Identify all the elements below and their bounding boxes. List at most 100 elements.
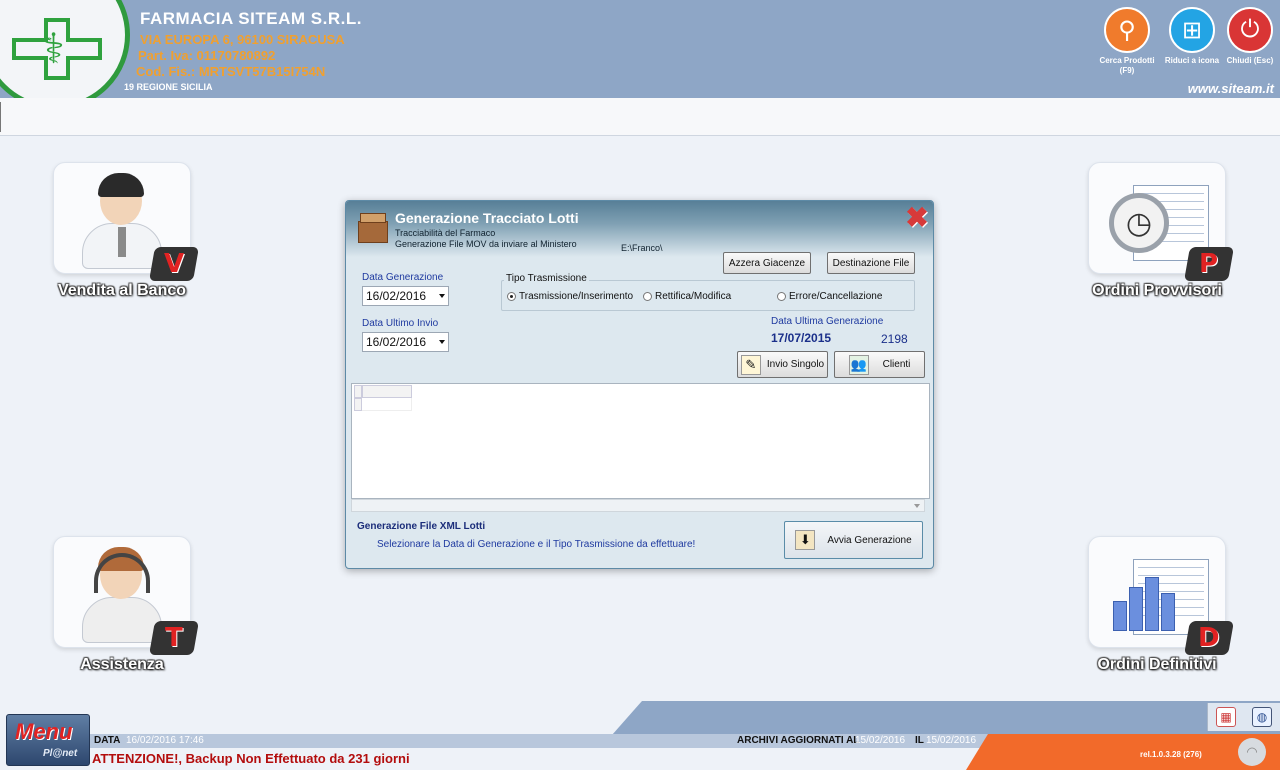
calendar-icon[interactable]: ▦ [1216,707,1236,727]
badge-v: V [149,247,199,281]
company-vat: Part. Iva: 01170780892 [138,48,276,63]
menu-title: Menu [15,719,73,744]
status-archivi-value: 15/02/2016 [855,735,906,746]
radio-dot-selected[interactable] [507,292,516,301]
minimize-button[interactable]: ⊞ Riduci a icona [1162,7,1222,66]
data-ultimo-invio-picker[interactable]: 16/02/2016 [362,332,449,352]
menu-button[interactable]: Menu Pl@net [6,714,90,766]
box-icon [358,211,388,243]
dialog-footer-hint: Selezionare la Data di Generazione e il … [377,539,696,550]
close-app-button[interactable]: ⏻ Chiudi (Esc) [1220,7,1280,66]
menu-subtitle: Pl@net [43,748,78,759]
status-il-label: IL [915,735,924,746]
badge-t: T [149,621,199,655]
company-name: FARMACIA SITEAM S.R.L. [140,9,362,28]
data-generazione-value: 16/02/2016 [366,289,427,303]
tile-vendita-label: Vendita al Banco [57,282,187,299]
box-arrow-icon: ⬇ [795,530,816,550]
data-generazione-label: Data Generazione [362,272,444,283]
users-icon: 👥 [848,354,869,375]
generazione-tracciato-dialog: Generazione Tracciato Lotti Tracciabilit… [345,200,934,569]
status-il-value: 15/02/2016 [926,735,977,746]
close-icon[interactable]: ✖ [904,204,930,232]
invio-singolo-button[interactable]: ✎ Invio Singolo [737,351,828,378]
power-icon: ⏻ [1227,7,1273,53]
destination-path: E:\Franco\ [621,243,663,253]
clock-icon: ◷ [1109,193,1169,253]
record-count: 2198 [881,332,908,346]
radio-dot[interactable] [777,292,786,301]
search-icon: ⚲ [1104,7,1150,53]
toolbar-strip [0,98,1280,136]
tipo-trasmissione-legend: Tipo Trasmissione [504,273,589,284]
radio-label: Rettifica/Modifica [655,291,732,302]
windows-icon: ⊞ [1169,7,1215,53]
radio-errore-cancellazione[interactable]: Errore/Cancellazione [777,291,882,302]
grid-column-header[interactable] [362,385,412,398]
wifi-icon[interactable]: ◠ [1238,738,1266,766]
radio-trasmissione-inserimento[interactable]: Trasmissione/Inserimento [507,291,633,302]
data-ultimo-invio-value: 16/02/2016 [366,335,427,349]
invio-singolo-label: Invio Singolo [766,359,825,370]
company-address: VIA EUROPA 6, 96100 SIRACUSA [140,32,345,47]
avvia-generazione-button[interactable]: ⬇ Avvia Generazione [784,521,923,559]
dialog-subtitle: Tracciabilità del Farmaco [395,228,496,238]
clienti-label: Clienti [882,359,911,370]
dialog-title: Generazione Tracciato Lotti [395,210,579,226]
grid-row-header[interactable] [354,398,362,411]
chevron-down-icon[interactable] [439,340,445,344]
azzera-giacenze-button[interactable]: Azzera Giacenze [723,252,811,274]
badge-d: D [1184,621,1234,655]
company-tax-code: Cod. Fis.: MRTSVT57B15I754N [136,64,326,79]
tile-ordini-provvisori-box[interactable]: ◷ P [1088,162,1234,281]
bar-chart-icon [1113,577,1177,631]
tile-assistenza-label: Assistenza [80,656,164,673]
pharmacist-icon [82,173,162,269]
version-label: rel.1.0.3.28 (276) [1140,750,1202,759]
version-bar [966,734,1280,770]
destinazione-file-button[interactable]: Destinazione File [827,252,915,274]
status-archivi-label: ARCHIVI AGGIORNATI AL [737,735,860,746]
grid-corner [354,385,362,398]
close-app-label: Chiudi (Esc) [1226,56,1274,65]
data-ultimo-invio-label: Data Ultimo Invio [362,318,439,329]
tile-vendita-al-banco[interactable]: V Vendita al Banco [47,162,199,300]
radio-label: Errore/Cancellazione [789,291,883,302]
lotti-grid[interactable] [351,383,930,499]
search-products-button[interactable]: ⚲ Cerca Prodotti (F9) [1097,7,1157,76]
website-link[interactable]: www.siteam.it [1188,81,1274,96]
backup-warning: ATTENZIONE!, Backup Non Effettuato da 23… [92,751,410,766]
chevron-down-icon[interactable] [914,504,920,508]
tile-assistenza[interactable]: T Assistenza [47,536,199,674]
dialog-footer-title: Generazione File XML Lotti [357,521,486,532]
edit-document-icon: ✎ [740,354,761,375]
search-products-label: Cerca Prodotti (F9) [1099,56,1155,75]
app-header: ⚕ FARMACIA SITEAM S.R.L. VIA EUROPA 6, 9… [0,0,1280,98]
data-ultima-generazione-label: Data Ultima Generazione [771,316,884,327]
dialog-subtitle-2: Generazione File MOV da inviare al Minis… [395,239,577,249]
clienti-button[interactable]: 👥 Clienti [834,351,925,378]
globe-icon[interactable]: ◍ [1252,707,1272,727]
caduceus-icon: ⚕ [42,24,65,73]
tile-assistenza-box[interactable]: T [53,536,199,655]
data-generazione-picker[interactable]: 16/02/2016 [362,286,449,306]
radio-dot[interactable] [643,292,652,301]
status-date-value: 16/02/2016 17:46 [126,735,204,746]
tile-ordini-provvisori[interactable]: ◷ P Ordini Provvisori [1082,162,1234,300]
status-date-label: DATA [94,735,121,746]
tile-ordini-definitivi-label: Ordini Definitivi [1097,656,1217,673]
grid-cell[interactable] [362,398,412,411]
radio-rettifica-modifica[interactable]: Rettifica/Modifica [643,291,731,302]
tile-ordini-definitivi-box[interactable]: D [1088,536,1234,655]
chevron-down-icon[interactable] [439,294,445,298]
status-shape [612,701,1280,735]
grid-scrollbar[interactable] [351,499,925,512]
tile-ordini-definitivi[interactable]: D Ordini Definitivi [1082,536,1234,674]
radio-label: Trasmissione/Inserimento [519,291,634,302]
status-icons: ▦ ◍ [1207,703,1280,731]
company-region: 19 REGIONE SICILIA [124,82,213,92]
avvia-generazione-label: Avvia Generazione [827,534,912,546]
tile-vendita-box[interactable]: V [53,162,199,281]
badge-p: P [1184,247,1234,281]
minimize-label: Riduci a icona [1164,56,1220,65]
